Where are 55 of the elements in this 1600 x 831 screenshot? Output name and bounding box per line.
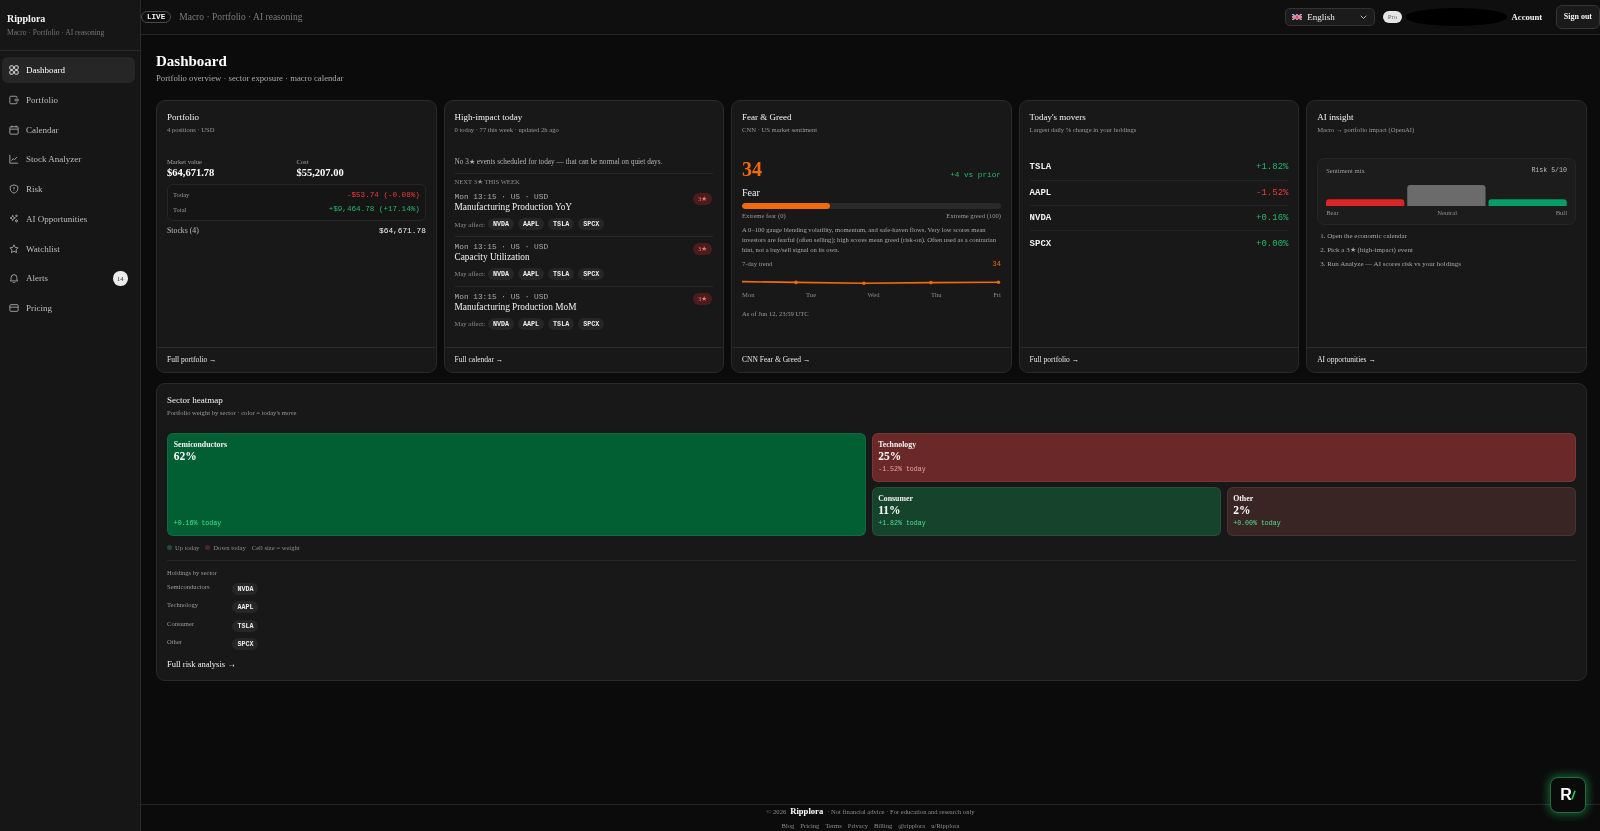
mover-change: -1.52%: [1256, 187, 1289, 198]
nav-item[interactable]: Stock Analyzer: [1, 146, 135, 173]
risk-analysis-link[interactable]: Full risk analysis →: [167, 659, 236, 671]
nav-item[interactable]: Watchlist: [1, 235, 135, 262]
header-tagline: Macro · Portfolio · AI reasoning: [179, 12, 303, 22]
slash-icon: [1570, 790, 1576, 800]
card-title: Fear & Greed: [742, 110, 792, 123]
card-title: Today's movers: [1029, 110, 1086, 123]
brand-name: Ripplora: [7, 13, 46, 25]
mover-ticker: AAPL: [1029, 187, 1052, 198]
card-title: Portfolio: [167, 110, 199, 123]
page-subtitle: Portfolio overview · sector exposure · macro calendar: [156, 72, 344, 84]
card-title: AI insight: [1317, 110, 1354, 123]
nav-item[interactable]: Risk: [1, 175, 135, 203]
language-select[interactable]: English: [1285, 8, 1376, 26]
sector-weight: 11%: [878, 504, 901, 518]
sector-weight: 25%: [878, 450, 902, 464]
account-link[interactable]: Account: [1511, 12, 1543, 22]
chevron-down-icon: [1360, 14, 1368, 20]
fear-greed-score: 34: [742, 157, 763, 180]
event-name: Manufacturing Production YoY: [454, 202, 573, 214]
grid-icon: [9, 65, 20, 75]
star-icon: [9, 243, 20, 254]
nav-item[interactable]: Portfolio: [1, 86, 135, 114]
wallet-icon: [9, 94, 20, 105]
nav-item[interactable]: Calendar: [1, 116, 135, 143]
stat-value: $55,207.00: [296, 165, 344, 179]
nav-item[interactable]: Dashboard: [1, 56, 135, 84]
assistant-button[interactable]: R: [1550, 777, 1586, 813]
mover-change: +1.82%: [1256, 162, 1289, 173]
card-title: Sector heatmap: [167, 393, 223, 406]
nav-item[interactable]: AI Opportunities: [1, 205, 135, 233]
flag-icon: [1292, 14, 1303, 20]
shield-icon: [9, 184, 20, 195]
event-name: Manufacturing Production MoM: [454, 301, 577, 313]
sector-weight: 2%: [1233, 504, 1251, 518]
credit-card-icon: [9, 303, 20, 314]
nav-item[interactable]: Pricing: [1, 294, 135, 322]
card-title: High-impact today: [454, 110, 523, 123]
mover-ticker: TSLA: [1029, 162, 1052, 173]
mover-ticker: NVDA: [1029, 213, 1052, 224]
sign-out-button[interactable]: Sign out: [1555, 5, 1600, 29]
sentiment-label: Fear: [742, 186, 760, 199]
bell-icon: [9, 273, 20, 284]
stat-value: $64,671.78: [167, 165, 215, 179]
line-chart-icon: [9, 154, 20, 165]
calendar-icon: [9, 124, 20, 135]
event-name: Capacity Utilization: [454, 251, 530, 263]
mover-ticker: SPCX: [1029, 238, 1052, 249]
sparkles-icon: [9, 213, 20, 224]
sector-weight: 62%: [173, 450, 197, 464]
mover-change: +0.00%: [1256, 238, 1289, 249]
page-title: Dashboard: [156, 52, 227, 71]
footer-brand: Ripplora: [790, 806, 824, 816]
mover-change: +0.16%: [1256, 213, 1289, 224]
